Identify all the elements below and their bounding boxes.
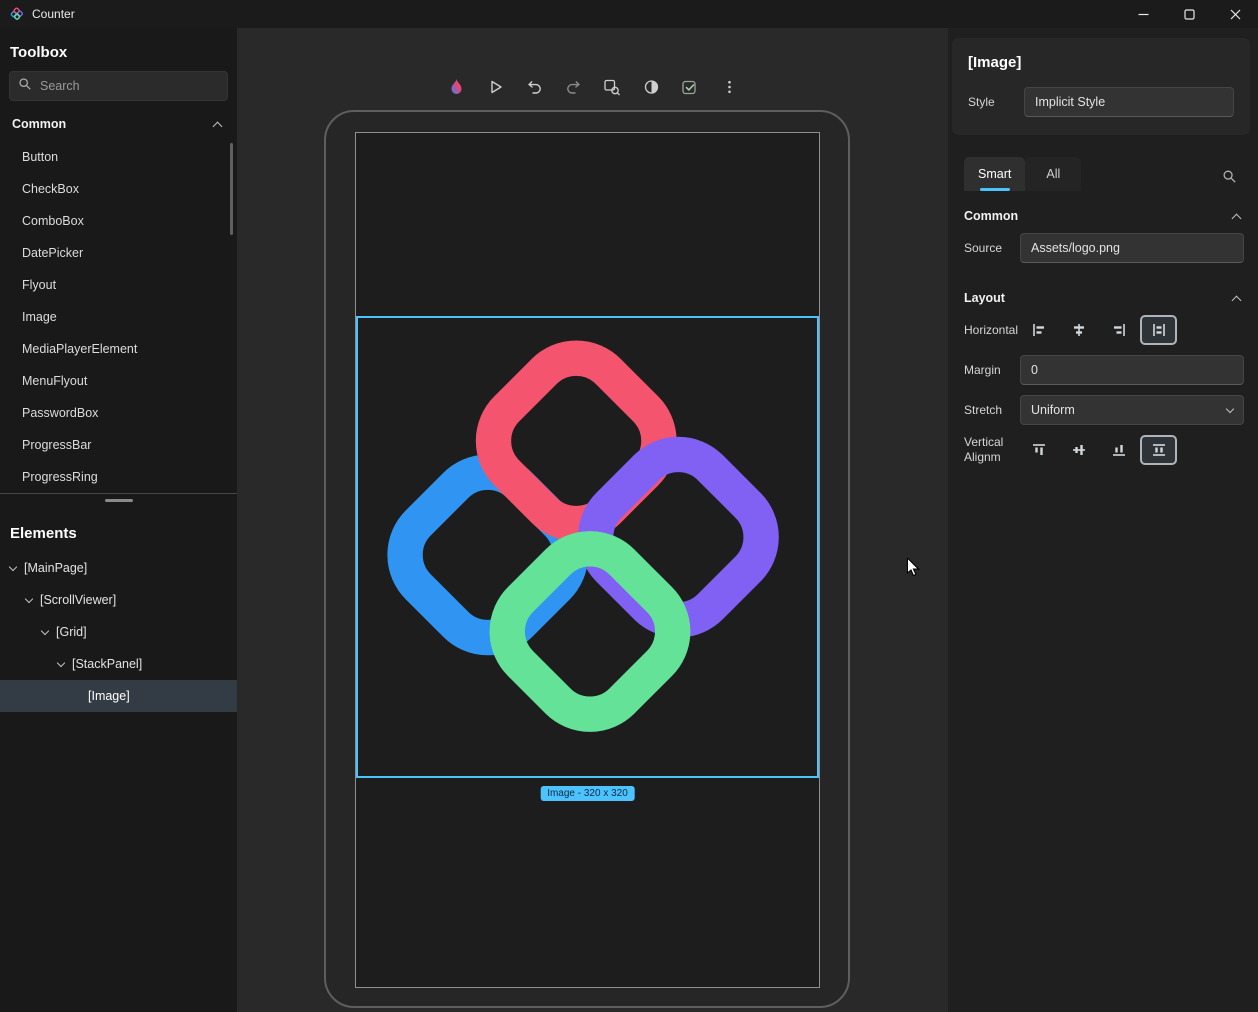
toolbox-item-image[interactable]: Image (0, 301, 237, 333)
theme-toggle-icon[interactable] (638, 74, 664, 100)
device-frame: Image - 320 x 320 (324, 110, 850, 1008)
selection-size-badge: Image - 320 x 320 (540, 786, 635, 801)
toolbox-item-mediaplayerelement[interactable]: MediaPlayerElement (0, 333, 237, 365)
toolbox-scrollbar[interactable] (230, 143, 233, 235)
toolbox-list: Button CheckBox ComboBox DatePicker Flyo… (0, 141, 237, 493)
properties-search-icon[interactable] (1214, 161, 1244, 191)
properties-title: [Image] (968, 54, 1234, 71)
chevron-up-icon (1232, 295, 1242, 305)
selected-image-element[interactable] (356, 316, 819, 778)
chevron-up-icon (213, 121, 223, 131)
selected-element-card: [Image] Style (952, 38, 1250, 135)
more-menu-icon[interactable] (716, 74, 742, 100)
tab-all[interactable]: All (1025, 157, 1081, 191)
align-center-horizontal-button[interactable] (1060, 315, 1097, 345)
toolbox-item-button[interactable]: Button (0, 141, 237, 173)
properties-tabs: Smart All (964, 155, 1244, 191)
properties-panel: [Image] Style Smart All Common Sou (948, 28, 1258, 1012)
minimize-button[interactable] (1120, 0, 1166, 28)
design-canvas[interactable]: Image - 320 x 320 (237, 28, 948, 1012)
toolbox-title: Toolbox (0, 28, 237, 71)
tree-node-scrollviewer[interactable]: [ScrollViewer] (0, 584, 237, 616)
stretch-value: Uniform (1031, 403, 1075, 417)
chevron-up-icon (1232, 213, 1242, 223)
redo-icon[interactable] (560, 74, 586, 100)
toolbox-item-flyout[interactable]: Flyout (0, 269, 237, 301)
search-input[interactable] (40, 79, 219, 93)
canvas-toolbar (443, 74, 742, 100)
toolbox-item-combobox[interactable]: ComboBox (0, 205, 237, 237)
section-common[interactable]: Common (952, 191, 1250, 233)
tree-node-mainpage[interactable]: [MainPage] (0, 552, 237, 584)
tree-node-label: [Grid] (56, 625, 87, 639)
search-icon (18, 77, 32, 96)
tree-node-grid[interactable]: [Grid] (0, 616, 237, 648)
section-common-label: Common (964, 209, 1018, 223)
align-center-vertical-button[interactable] (1060, 435, 1097, 465)
window-title: Counter (32, 7, 75, 21)
elements-title: Elements (0, 509, 237, 552)
chevron-down-icon[interactable] (25, 594, 33, 602)
close-button[interactable] (1212, 0, 1258, 28)
tab-smart[interactable]: Smart (964, 157, 1025, 191)
title-bar: Counter (0, 0, 1258, 28)
chevron-down-icon (1226, 404, 1234, 412)
style-input[interactable] (1024, 87, 1234, 117)
toolbox-item-checkbox[interactable]: CheckBox (0, 173, 237, 205)
section-layout-label: Layout (964, 291, 1005, 305)
toolbox-item-datepicker[interactable]: DatePicker (0, 237, 237, 269)
vertical-alignment-label: Vertical Alignm (964, 435, 1020, 465)
tree-node-label: [Image] (88, 689, 130, 703)
tree-node-image[interactable]: [Image] (0, 680, 237, 712)
toolbox-section-common[interactable]: Common (0, 101, 237, 141)
undo-icon[interactable] (521, 74, 547, 100)
device-screen[interactable]: Image - 320 x 320 (355, 132, 820, 988)
align-top-button[interactable] (1020, 435, 1057, 465)
tree-node-label: [MainPage] (24, 561, 87, 575)
divider-grip[interactable] (105, 499, 133, 502)
toolbox-item-progressring[interactable]: ProgressRing (0, 461, 237, 493)
source-input[interactable] (1020, 233, 1244, 263)
toolbox-item-progressbar[interactable]: ProgressBar (0, 429, 237, 461)
align-stretch-horizontal-button[interactable] (1140, 315, 1177, 345)
margin-label: Margin (964, 363, 1020, 378)
toolbox-item-menuflyout[interactable]: MenuFlyout (0, 365, 237, 397)
stretch-label: Stretch (964, 403, 1020, 418)
align-bottom-button[interactable] (1100, 435, 1137, 465)
horizontal-alignment-group (1020, 315, 1244, 345)
play-icon[interactable] (482, 74, 508, 100)
tree-node-stackpanel[interactable]: [StackPanel] (0, 648, 237, 680)
align-stretch-vertical-button[interactable] (1140, 435, 1177, 465)
align-left-button[interactable] (1020, 315, 1057, 345)
stretch-dropdown[interactable]: Uniform (1020, 395, 1244, 425)
uno-logo-image (362, 321, 814, 773)
horizontal-alignment-label: Horizontal (964, 323, 1020, 338)
margin-input[interactable] (1020, 355, 1244, 385)
hot-reload-flame-icon[interactable] (443, 74, 469, 100)
mouse-cursor (905, 558, 921, 583)
align-right-button[interactable] (1100, 315, 1137, 345)
validation-check-icon[interactable] (677, 74, 703, 100)
toolbox-item-passwordbox[interactable]: PasswordBox (0, 397, 237, 429)
toolbox-search[interactable] (9, 71, 228, 101)
style-label: Style (968, 95, 1024, 110)
left-sidebar: Toolbox Common Button CheckBox ComboBox … (0, 28, 237, 1012)
elements-tree: [MainPage] [ScrollViewer] [Grid] [StackP… (0, 552, 237, 712)
chevron-down-icon[interactable] (57, 658, 65, 666)
section-layout[interactable]: Layout (952, 273, 1250, 315)
tree-node-label: [StackPanel] (72, 657, 142, 671)
chevron-down-icon[interactable] (9, 562, 17, 570)
panel-divider (0, 493, 237, 509)
tree-node-label: [ScrollViewer] (40, 593, 116, 607)
maximize-button[interactable] (1166, 0, 1212, 28)
app-logo-icon (10, 7, 24, 21)
chevron-down-icon[interactable] (41, 626, 49, 634)
toolbox-section-label: Common (12, 117, 66, 131)
source-label: Source (964, 241, 1020, 256)
element-picker-icon[interactable] (599, 74, 625, 100)
vertical-alignment-group (1020, 435, 1244, 465)
